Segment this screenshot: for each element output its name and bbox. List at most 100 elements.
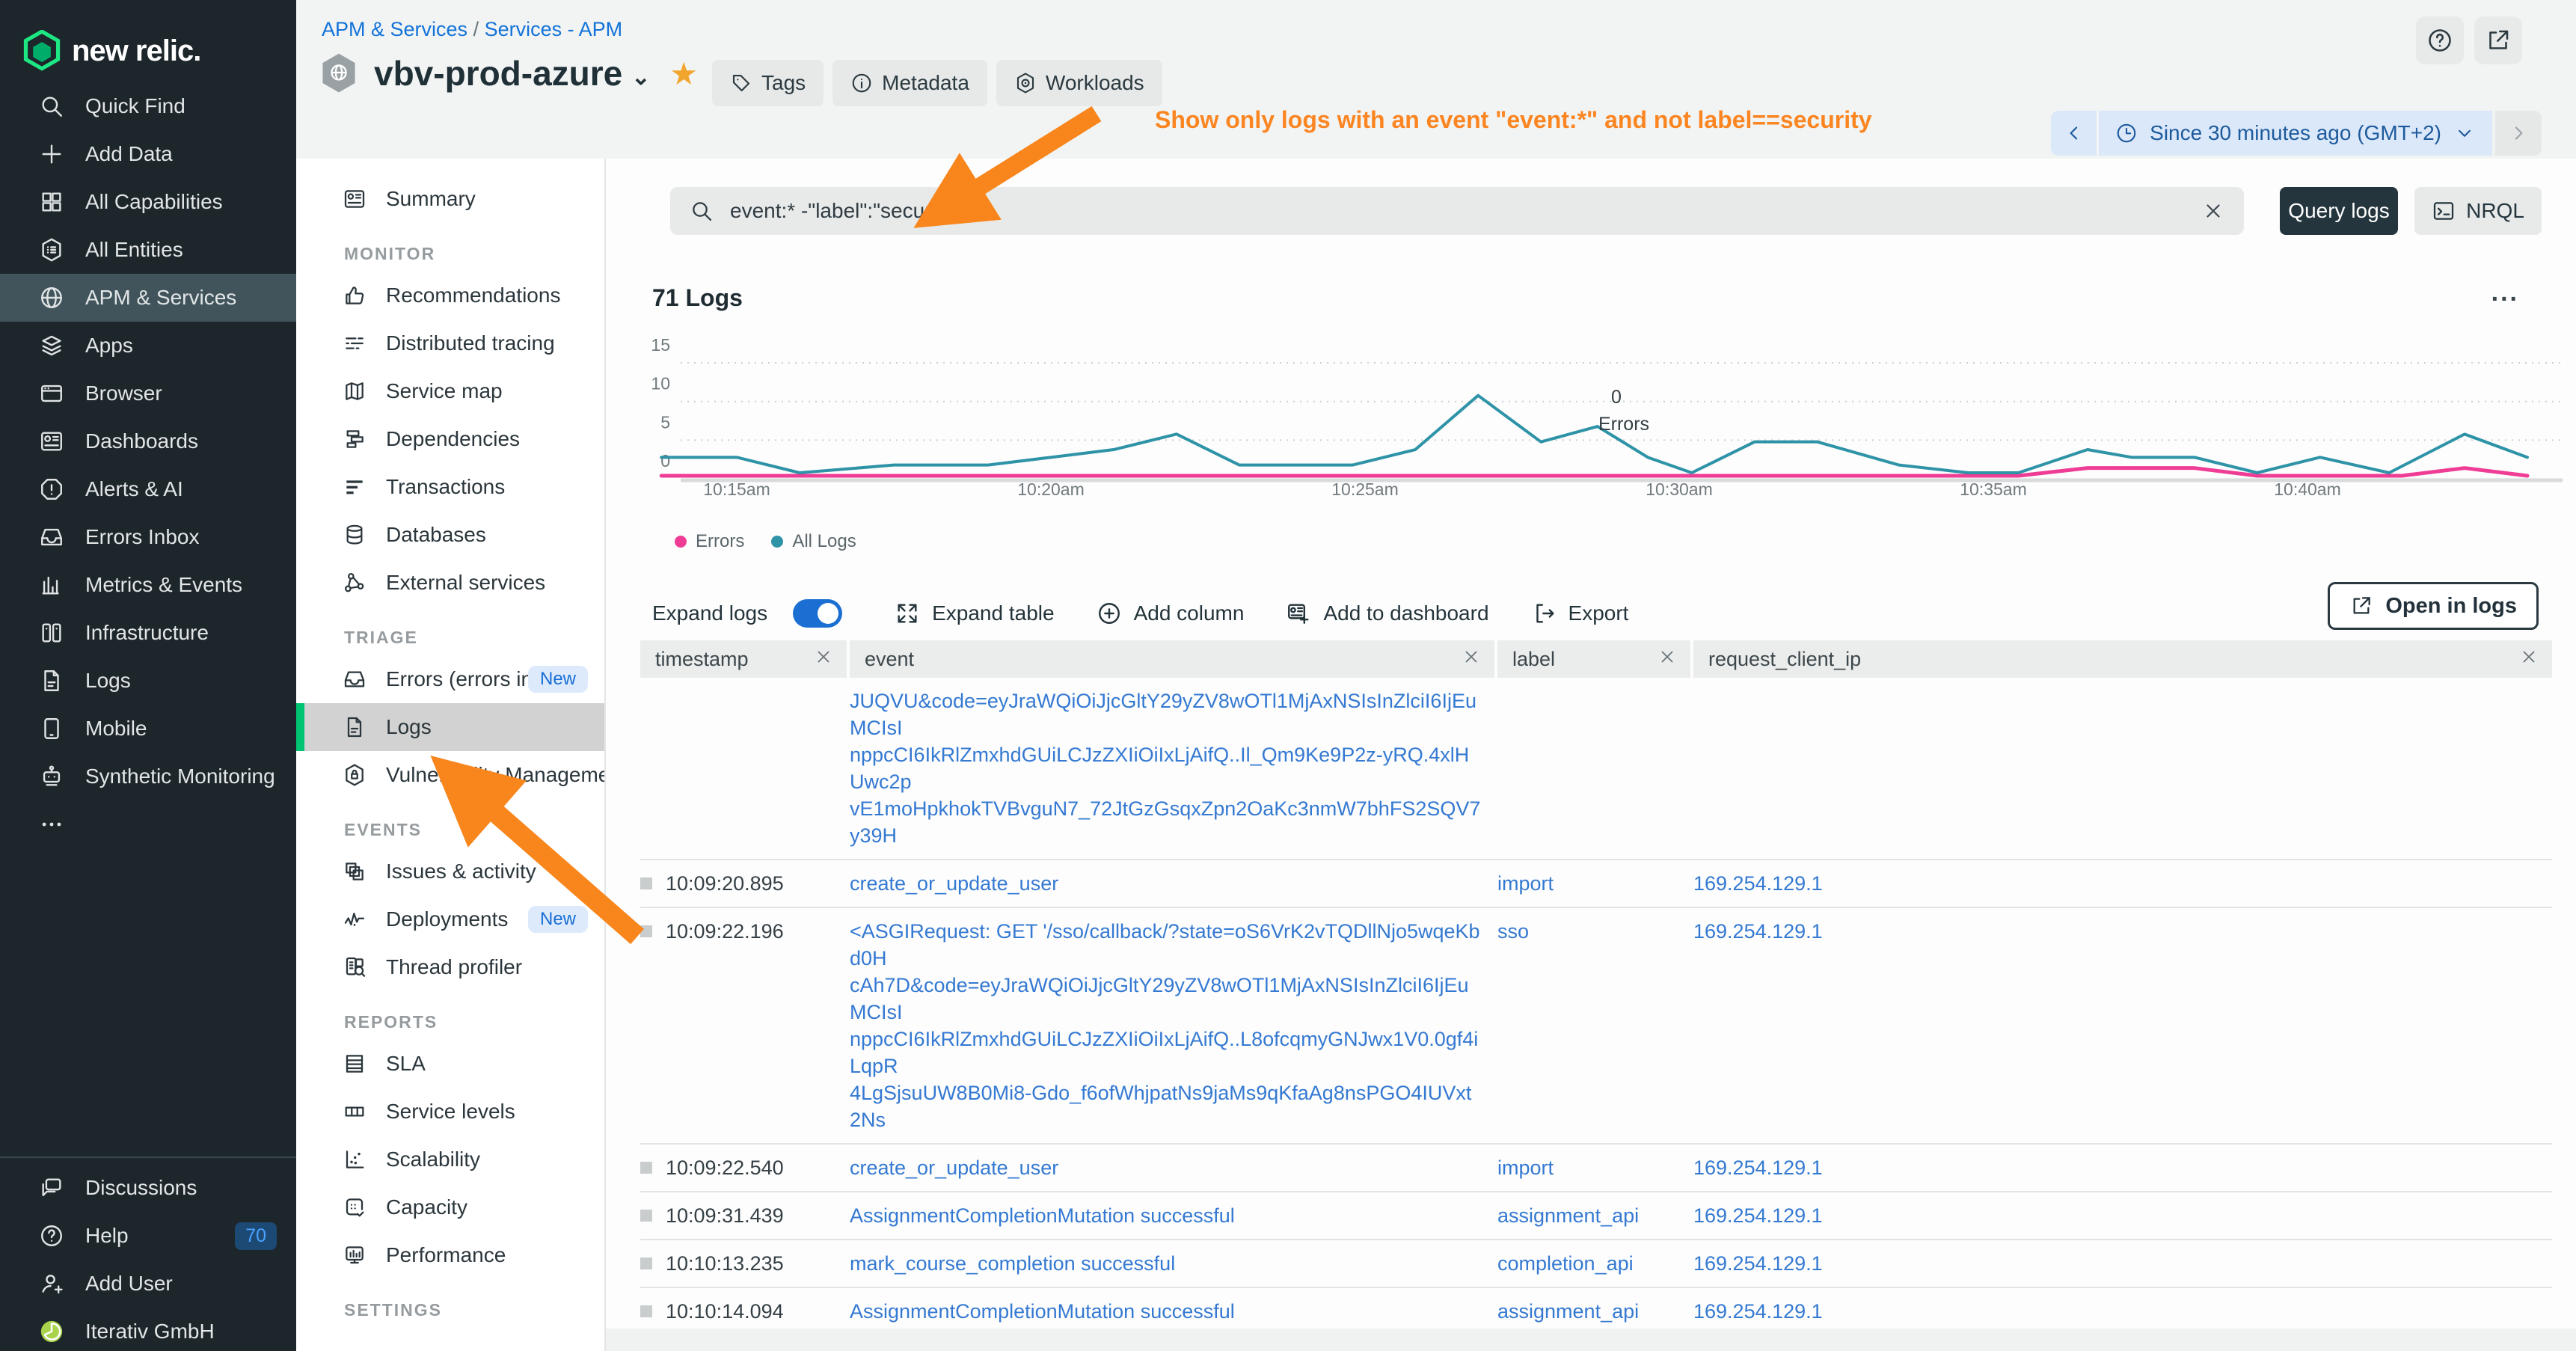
log-search-input[interactable]: event:* -"label":"security" <box>670 187 2244 235</box>
subnav-item-capacity[interactable]: Capacity <box>296 1183 604 1231</box>
sidebar-item-browser[interactable]: Browser <box>0 370 296 417</box>
add-to-dashboard-button[interactable]: Add to dashboard <box>1286 601 1488 626</box>
legend-errors[interactable]: Errors <box>675 531 744 552</box>
nrql-button[interactable]: NRQL <box>2414 187 2542 235</box>
open-in-logs-button[interactable]: Open in logs <box>2328 582 2539 630</box>
label-link[interactable]: sso <box>1497 920 1529 943</box>
event-link[interactable]: mark_course_completion successful <box>850 1250 1481 1277</box>
workloads-button[interactable]: Workloads <box>996 60 1162 106</box>
sidebar-item-dashboards[interactable]: Dashboards <box>0 417 296 465</box>
subnav-item-vulnerability-management[interactable]: Vulnerability Management <box>296 751 604 799</box>
label-link[interactable]: import <box>1497 872 1554 895</box>
favorite-star-icon[interactable]: ★ <box>669 55 698 92</box>
subnav-item-recommendations[interactable]: Recommendations <box>296 272 604 319</box>
event-link[interactable]: cAh7D&code=eyJraWQiOiJjcGltY29yZV8wOTl1M… <box>850 972 1481 1026</box>
log-row[interactable]: 10:09:20.895create_or_update_userimport1… <box>640 860 2552 908</box>
toggle-on-icon[interactable] <box>793 599 842 628</box>
sidebar-item-logs[interactable]: Logs <box>0 657 296 705</box>
label-link[interactable]: assignment_api <box>1497 1204 1639 1227</box>
event-link[interactable]: 4LgSjsuUW8B0Mi8-Gdo_f6ofWhjpatNs9jaMs9qK… <box>850 1079 1481 1133</box>
time-range-button[interactable]: Since 30 minutes ago (GMT+2) <box>2099 111 2492 156</box>
subnav-item-performance[interactable]: Performance <box>296 1231 604 1279</box>
event-link[interactable]: AssignmentCompletionMutation successful <box>850 1202 1481 1229</box>
remove-column-icon[interactable] <box>1462 647 1481 672</box>
subnav-item-issues-activity[interactable]: Issues & activity <box>296 848 604 895</box>
log-row[interactable]: JUQVU&code=eyJraWQiOiJjcGltY29yZV8wOTl1M… <box>640 678 2552 860</box>
event-link[interactable]: JUQVU&code=eyJraWQiOiJjcGltY29yZV8wOTl1M… <box>850 687 1481 741</box>
event-link[interactable]: create_or_update_user <box>850 1154 1481 1181</box>
sidebar-footer-item-iterativ-gmbh[interactable]: Iterativ GmbH <box>0 1308 296 1351</box>
query-logs-button[interactable]: Query logs <box>2280 187 2398 235</box>
request-client-ip-link[interactable]: 169.254.129.1 <box>1693 1157 1823 1179</box>
request-client-ip-link[interactable]: 169.254.129.1 <box>1693 920 1823 943</box>
add-column-button[interactable]: Add column <box>1097 601 1245 626</box>
subnav-item-errors-errors-inb-[interactable]: Errors (errors inb...New <box>296 655 604 703</box>
subnav-item-thread-profiler[interactable]: Thread profiler <box>296 943 604 991</box>
request-client-ip-link[interactable]: 169.254.129.1 <box>1693 1252 1823 1275</box>
log-row[interactable]: 10:10:13.235mark_course_completion succe… <box>640 1240 2552 1288</box>
subnav-item-logs[interactable]: Logs <box>296 703 604 751</box>
sidebar-item-apps[interactable]: Apps <box>0 322 296 370</box>
tags-button[interactable]: Tags <box>712 60 824 106</box>
log-row[interactable]: 10:09:22.540create_or_update_userimport1… <box>640 1145 2552 1192</box>
subnav-item-external-services[interactable]: External services <box>296 559 604 607</box>
label-link[interactable]: assignment_api <box>1497 1300 1639 1323</box>
event-link[interactable]: vE1moHpkhokTVBvguN7_72JtGzGsqxZpn2OaKc3n… <box>850 795 1481 849</box>
remove-column-icon[interactable] <box>2519 647 2539 672</box>
subnav-item-scalability[interactable]: Scalability <box>296 1136 604 1183</box>
subnav-item-distributed-tracing[interactable]: Distributed tracing <box>296 319 604 367</box>
sidebar-item-apm-services[interactable]: APM & Services <box>0 274 296 322</box>
label-link[interactable]: import <box>1497 1157 1554 1179</box>
log-row[interactable]: 10:09:22.196<ASGIRequest: GET '/sso/call… <box>640 908 2552 1145</box>
sidebar-item-all-capabilities[interactable]: All Capabilities <box>0 178 296 226</box>
event-link[interactable]: create_or_update_user <box>850 870 1481 897</box>
sidebar-footer-item-help[interactable]: Help70 <box>0 1212 296 1260</box>
subnav-item-databases[interactable]: Databases <box>296 511 604 559</box>
sidebar-item-all-entities[interactable]: All Entities <box>0 226 296 274</box>
remove-column-icon[interactable] <box>1657 647 1677 672</box>
log-row[interactable]: 10:09:31.439AssignmentCompletionMutation… <box>640 1192 2552 1240</box>
subnav-item-dependencies[interactable]: Dependencies <box>296 415 604 463</box>
event-link[interactable]: nppcCI6IkRlZmxhdGUiLCJzZXIiOiIxLjAifQ..I… <box>850 741 1481 795</box>
subnav-item-sla[interactable]: SLA <box>296 1040 604 1088</box>
copy-link-button[interactable] <box>2474 16 2522 64</box>
request-client-ip-link[interactable]: 169.254.129.1 <box>1693 872 1823 895</box>
panel-menu-button[interactable]: ... <box>2491 278 2519 307</box>
sidebar-item-more[interactable] <box>0 800 296 848</box>
logs-chart[interactable]: 05101510:15am10:20am10:25am10:30am10:35a… <box>648 335 2570 500</box>
request-client-ip-link[interactable]: 169.254.129.1 <box>1693 1300 1823 1323</box>
label-link[interactable]: completion_api <box>1497 1252 1634 1275</box>
entity-dropdown-caret-icon[interactable]: ⌄ <box>631 64 650 91</box>
legend-all-logs[interactable]: All Logs <box>771 531 856 552</box>
subnav-item-service-map[interactable]: Service map <box>296 367 604 415</box>
breadcrumb-apm-services[interactable]: APM & Services <box>322 18 467 40</box>
breadcrumb-services-apm[interactable]: Services - APM <box>485 18 623 40</box>
event-link[interactable]: <ASGIRequest: GET '/sso/callback/?state=… <box>850 918 1481 972</box>
event-link[interactable]: AssignmentCompletionMutation successful <box>850 1298 1481 1325</box>
sidebar-item-mobile[interactable]: Mobile <box>0 705 296 753</box>
entity-name[interactable]: vbv-prod-azure <box>374 53 622 94</box>
subnav-item-summary[interactable]: Summary <box>296 175 604 223</box>
sidebar-footer-item-discussions[interactable]: Discussions <box>0 1164 296 1212</box>
request-client-ip-link[interactable]: 169.254.129.1 <box>1693 1204 1823 1227</box>
sidebar-item-metrics-events[interactable]: Metrics & Events <box>0 561 296 609</box>
sidebar-item-alerts-ai[interactable]: Alerts & AI <box>0 465 296 513</box>
sidebar-item-add-data[interactable]: Add Data <box>0 130 296 178</box>
new-relic-logo[interactable]: new relic. <box>0 0 296 82</box>
expand-logs-toggle[interactable]: Expand logs <box>652 599 842 628</box>
time-back-button[interactable] <box>2051 111 2099 156</box>
time-forward-button[interactable] <box>2495 111 2542 156</box>
sidebar-item-quick-find[interactable]: Quick Find <box>0 82 296 130</box>
sidebar-footer-item-add-user[interactable]: Add User <box>0 1260 296 1308</box>
sidebar-item-errors-inbox[interactable]: Errors Inbox <box>0 513 296 561</box>
subnav-item-transactions[interactable]: Transactions <box>296 463 604 511</box>
metadata-button[interactable]: Metadata <box>832 60 987 106</box>
remove-column-icon[interactable] <box>814 647 833 672</box>
clear-query-icon[interactable] <box>2202 200 2224 222</box>
sidebar-item-synthetic-monitoring[interactable]: Synthetic Monitoring <box>0 753 296 800</box>
sidebar-item-infrastructure[interactable]: Infrastructure <box>0 609 296 657</box>
help-circle-button[interactable] <box>2416 16 2464 64</box>
subnav-item-deployments[interactable]: DeploymentsNew <box>296 895 604 943</box>
subnav-item-service-levels[interactable]: Service levels <box>296 1088 604 1136</box>
query-text[interactable]: event:* -"label":"security" <box>730 199 2202 223</box>
